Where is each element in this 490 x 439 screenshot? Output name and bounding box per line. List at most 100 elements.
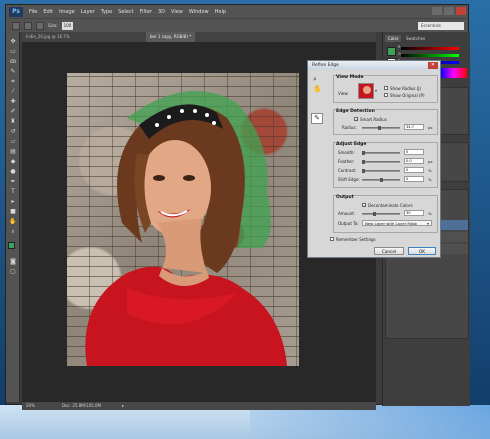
pen-tool-icon[interactable]: ✒ <box>9 178 17 185</box>
quick-mask-icon[interactable]: ◙ <box>9 258 17 265</box>
tab-swatches[interactable]: Swatches <box>403 35 428 42</box>
eraser-tool-icon[interactable]: ▱ <box>9 138 17 145</box>
neck <box>157 218 207 273</box>
menu-edit[interactable]: Edit <box>40 9 56 15</box>
smart-radius-checkbox[interactable]: ✓ <box>354 117 358 122</box>
close-button[interactable] <box>456 7 466 15</box>
blur-tool-icon[interactable]: ◆ <box>9 158 17 165</box>
amount-input[interactable]: 30 <box>404 210 424 216</box>
brush-mode-icon-2[interactable] <box>36 21 44 30</box>
brush-mode-icon[interactable] <box>24 21 32 30</box>
view-thumbnail[interactable] <box>358 83 374 99</box>
type-tool-icon[interactable]: T <box>9 188 17 195</box>
menu-file[interactable]: File <box>26 9 40 15</box>
status-bar: 20% Doc: 25.8M/105.0M ▸ <box>22 402 376 410</box>
cancel-button[interactable]: Cancel <box>374 247 404 255</box>
radius-label: Radius: <box>342 125 357 130</box>
smooth-slider-knob[interactable] <box>362 151 365 155</box>
contrast-input[interactable]: 0 <box>404 167 424 173</box>
refine-radius-tool-icon[interactable]: ✎ <box>311 113 323 124</box>
tab-color[interactable]: Color <box>385 35 402 42</box>
zoom-tool-icon[interactable]: ⌕ <box>313 75 317 84</box>
show-radius-label: Show Radius (J) <box>390 86 422 91</box>
menu-layer[interactable]: Layer <box>78 9 98 15</box>
menu-bar: Ps File Edit Image Layer Type Select Fil… <box>6 5 468 18</box>
document-tabs: Indie_20.jpg @ 16.7% ber 1 copy, RGB/8) … <box>22 32 376 42</box>
menu-view[interactable]: View <box>168 9 186 15</box>
menu-window[interactable]: Window <box>186 9 212 15</box>
menu-select[interactable]: Select <box>115 9 136 15</box>
output-title: Output <box>336 195 354 200</box>
stamp-tool-icon[interactable]: ♜ <box>9 118 17 125</box>
radius-slider[interactable] <box>362 126 400 130</box>
color-r-slider[interactable] <box>401 47 459 50</box>
foreground-color-swatch[interactable] <box>8 242 15 249</box>
feather-slider[interactable] <box>362 160 400 164</box>
document-size: Doc: 25.8M/105.0M <box>62 403 101 408</box>
remember-settings-checkbox[interactable] <box>330 237 334 241</box>
crop-tool-icon[interactable]: ⌗ <box>9 78 17 85</box>
brush-tool-icon[interactable]: ✐ <box>9 108 17 115</box>
minimize-button[interactable] <box>432 7 442 15</box>
path-select-tool-icon[interactable]: ▸ <box>9 198 17 205</box>
ok-button[interactable]: OK <box>408 247 436 255</box>
size-field[interactable]: 100 <box>61 21 74 30</box>
amount-slider[interactable] <box>362 212 400 216</box>
move-tool-icon[interactable]: ✥ <box>9 38 17 45</box>
view-mode-group: View Mode View: ▾ Show Radius (J) Show O… <box>333 75 438 103</box>
output-to-select[interactable]: New Layer with Layer Mask ▾ <box>362 220 432 226</box>
color-g-slider[interactable] <box>401 54 459 57</box>
show-radius-checkbox[interactable] <box>384 86 388 90</box>
amount-slider-knob[interactable] <box>373 212 376 216</box>
smooth-slider[interactable] <box>362 151 400 155</box>
smooth-input[interactable]: 0 <box>404 149 424 155</box>
amount-label: Amount: <box>338 211 356 216</box>
shift-edge-slider[interactable] <box>362 178 400 182</box>
edge-detection-group: Edge Detection ✓ Smart Radius Radius: 34… <box>333 109 438 135</box>
marquee-tool-icon[interactable]: ▭ <box>9 48 17 55</box>
contrast-slider[interactable] <box>362 169 400 173</box>
tab-document-2[interactable]: ber 1 copy, RGB/8) * <box>146 32 196 42</box>
screen-mode-icon[interactable]: ▢ <box>9 268 17 275</box>
zoom-level[interactable]: 20% <box>26 402 35 410</box>
radius-input[interactable]: 34.7 <box>404 124 424 130</box>
radius-slider-knob[interactable] <box>378 126 381 130</box>
dialog-close-icon[interactable]: ✕ <box>428 62 438 69</box>
zoom-tool-icon[interactable]: ⌕ <box>9 228 17 235</box>
tab-document-1[interactable]: Indie_20.jpg @ 16.7% <box>22 32 74 42</box>
contrast-slider-knob[interactable] <box>362 169 365 173</box>
output-to-label: Output To: <box>338 221 359 226</box>
shift-edge-slider-knob[interactable] <box>380 178 383 182</box>
shape-tool-icon[interactable]: ■ <box>9 208 17 215</box>
contrast-unit: % <box>428 168 432 173</box>
menu-help[interactable]: Help <box>212 9 229 15</box>
view-dropdown-arrow-icon[interactable]: ▾ <box>375 88 377 93</box>
gradient-tool-icon[interactable]: ▤ <box>9 148 17 155</box>
maximize-button[interactable] <box>444 7 454 15</box>
healing-tool-icon[interactable]: ✚ <box>9 98 17 105</box>
decontaminate-checkbox[interactable]: ✓ <box>362 203 366 208</box>
show-original-checkbox[interactable] <box>384 93 388 97</box>
workspace-switcher[interactable]: Essentials <box>418 22 464 30</box>
shift-edge-input[interactable]: 0 <box>404 176 424 182</box>
menu-image[interactable]: Image <box>56 9 78 15</box>
dodge-tool-icon[interactable]: ● <box>9 168 17 175</box>
document-photo[interactable] <box>67 73 299 366</box>
feather-slider-knob[interactable] <box>362 160 365 164</box>
eyedropper-tool-icon[interactable]: ⁄ <box>9 88 17 95</box>
menu-type[interactable]: Type <box>98 9 115 15</box>
menu-filter[interactable]: Filter <box>137 9 155 15</box>
menu-3d[interactable]: 3D <box>155 9 168 15</box>
hand-tool-icon[interactable]: ✋ <box>9 218 17 225</box>
edge-detection-title: Edge Detection <box>336 109 375 114</box>
status-menu-arrow-icon[interactable]: ▸ <box>122 402 124 410</box>
history-brush-tool-icon[interactable]: ↺ <box>9 128 17 135</box>
feather-input[interactable]: 0.0 <box>404 158 424 164</box>
lasso-tool-icon[interactable]: ꝏ <box>9 58 17 65</box>
tool-preset-icon[interactable] <box>12 21 20 30</box>
quick-select-tool-icon[interactable]: ✎ <box>9 68 17 75</box>
adjust-edge-group: Adjust Edge Smooth: 0 Feather: 0.0 px Co… <box>333 142 438 188</box>
hand-tool-icon[interactable]: ✋ <box>313 85 322 93</box>
view-thumbnail-face <box>363 86 371 94</box>
panel-foreground-swatch[interactable] <box>387 47 396 56</box>
